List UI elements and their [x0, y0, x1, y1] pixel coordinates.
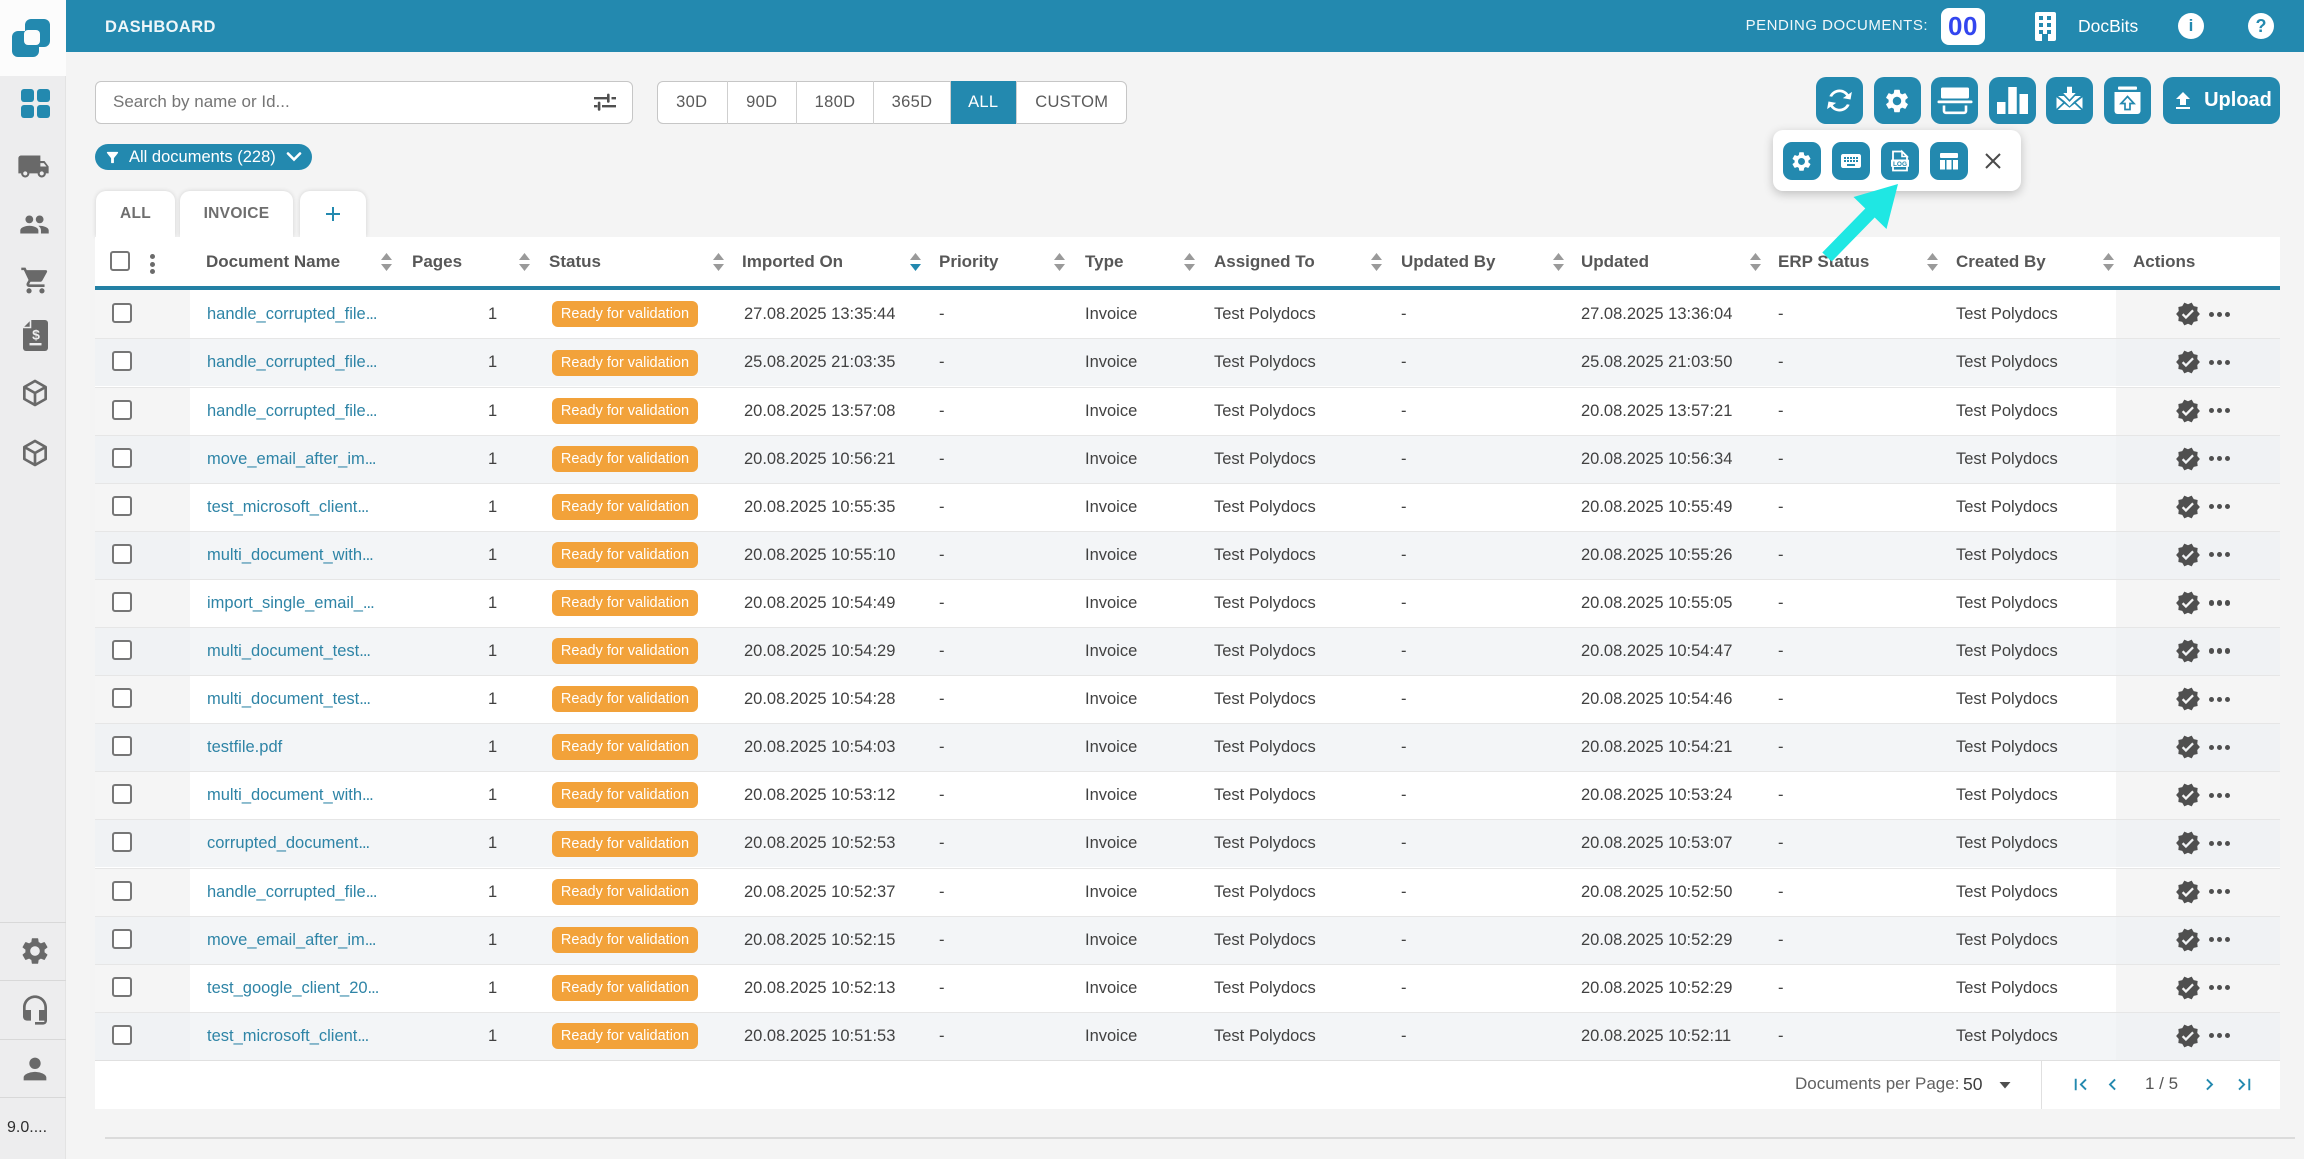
svg-text:LOG: LOG: [1893, 161, 1907, 168]
svg-text:$: $: [32, 327, 40, 343]
